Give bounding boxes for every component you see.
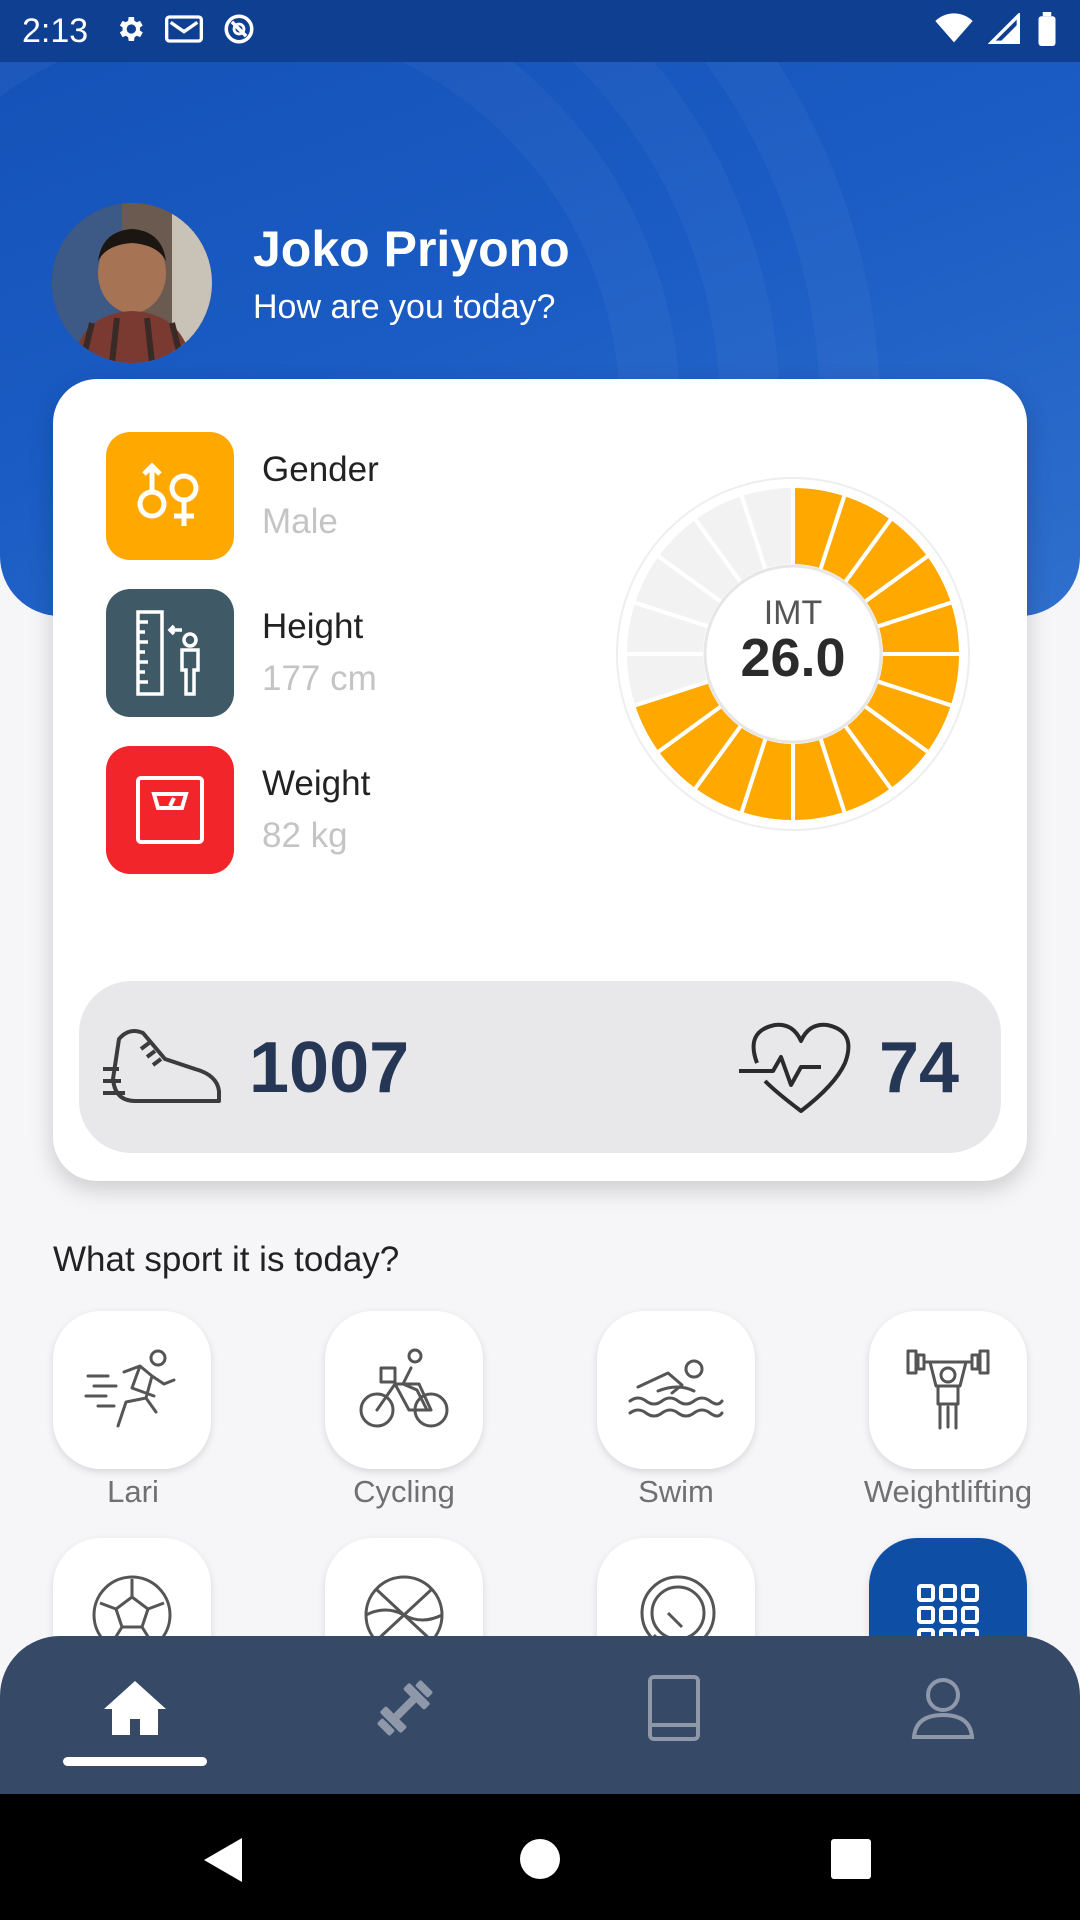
height-label: Height bbox=[262, 607, 364, 646]
weight-value: 82 kg bbox=[262, 816, 348, 855]
battery-icon bbox=[1036, 11, 1058, 51]
gmail-icon bbox=[164, 13, 204, 50]
avatar[interactable] bbox=[52, 203, 212, 363]
health-card: Gender Male Height 177 cm Weight 82 kg I… bbox=[53, 379, 1027, 1181]
recents-icon[interactable] bbox=[830, 1838, 872, 1885]
profile-icon bbox=[910, 1675, 976, 1746]
gear-icon bbox=[114, 13, 146, 50]
imt-value: 26.0 bbox=[740, 628, 845, 688]
nav-profile[interactable] bbox=[883, 1660, 1003, 1760]
cycling-icon bbox=[359, 1346, 449, 1435]
nav-workout[interactable] bbox=[345, 1660, 465, 1760]
wifi-icon bbox=[934, 12, 974, 50]
home-icon bbox=[102, 1679, 168, 1742]
weightlifting-icon bbox=[906, 1345, 990, 1436]
bottom-navigation bbox=[0, 1636, 1080, 1794]
status-time: 2:13 bbox=[22, 11, 89, 50]
dumbbell-icon bbox=[370, 1673, 440, 1748]
running-icon bbox=[84, 1346, 180, 1435]
sport-cycling-label: Cycling bbox=[353, 1474, 455, 1509]
sport-weightlifting-label: Weightlifting bbox=[863, 1474, 1033, 1509]
gender-value: Male bbox=[262, 502, 338, 541]
weight-row: Weight 82 kg bbox=[106, 746, 370, 874]
system-navigation-bar bbox=[0, 1794, 1080, 1920]
activity-stats: 1007 74 bbox=[79, 981, 1001, 1153]
back-icon[interactable] bbox=[202, 1836, 244, 1889]
sport-running-button[interactable] bbox=[53, 1311, 211, 1469]
nav-active-indicator bbox=[63, 1757, 207, 1766]
steps-value: 1007 bbox=[249, 1028, 410, 1108]
sport-cycling-button[interactable] bbox=[325, 1311, 483, 1469]
gender-icon bbox=[106, 432, 234, 560]
status-bar: 2:13 bbox=[0, 0, 1080, 62]
sport-swim-button[interactable] bbox=[597, 1311, 755, 1469]
book-icon bbox=[646, 1674, 702, 1746]
imt-label: IMT bbox=[764, 594, 823, 632]
height-value: 177 cm bbox=[262, 659, 377, 698]
nav-home[interactable] bbox=[75, 1660, 195, 1760]
sneaker-icon bbox=[101, 1019, 227, 1120]
greeting-text: How are you today? bbox=[253, 288, 556, 326]
nav-articles[interactable] bbox=[614, 1660, 734, 1760]
gender-row: Gender Male bbox=[106, 432, 379, 560]
weight-label: Weight bbox=[262, 764, 371, 803]
scale-icon bbox=[106, 746, 234, 874]
sport-swim-label: Swim bbox=[638, 1474, 714, 1509]
heart-rate-value: 74 bbox=[879, 1028, 960, 1108]
sports-section-title: What sport it is today? bbox=[53, 1240, 400, 1279]
user-name: Joko Priyono bbox=[253, 221, 570, 277]
signal-icon bbox=[987, 11, 1022, 50]
sport-weightlifting-button[interactable] bbox=[869, 1311, 1027, 1469]
swimming-icon bbox=[628, 1353, 724, 1428]
gender-label: Gender bbox=[262, 450, 379, 489]
height-row: Height 177 cm bbox=[106, 589, 377, 717]
height-ruler-icon bbox=[106, 589, 234, 717]
sync-icon bbox=[222, 12, 256, 51]
heart-rate-icon bbox=[739, 1019, 861, 1120]
home-circle-icon[interactable] bbox=[519, 1838, 561, 1885]
sport-running-label: Lari bbox=[107, 1474, 159, 1509]
imt-gauge: IMT 26.0 bbox=[616, 477, 970, 831]
